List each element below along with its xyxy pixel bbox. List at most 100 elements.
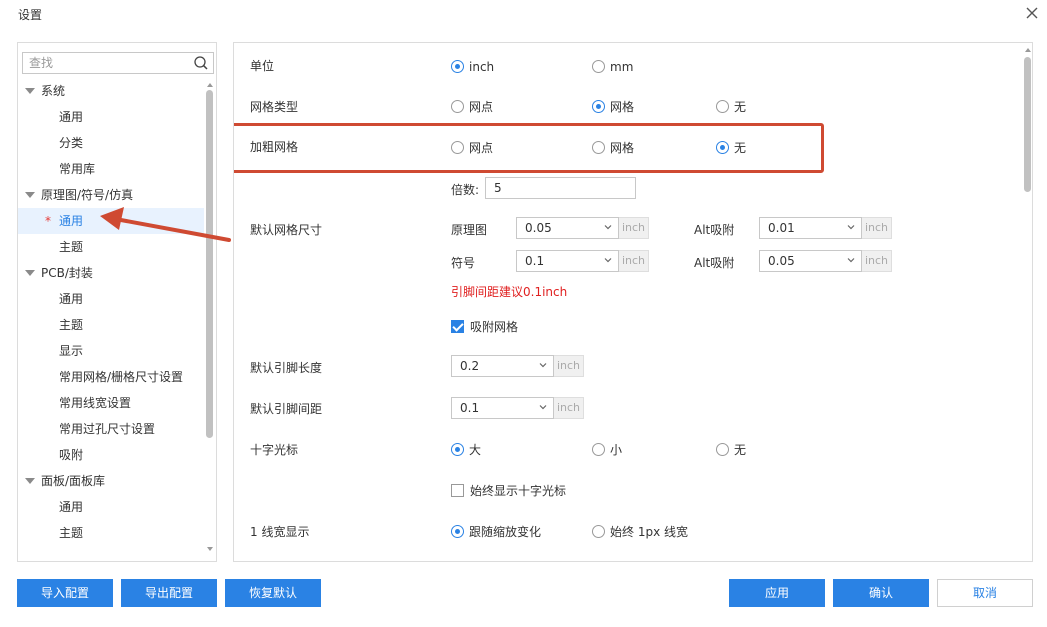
sidebar-scroll-thumb[interactable] <box>206 90 213 438</box>
tree-item-system-general[interactable]: 通用 <box>18 104 204 130</box>
radio-label: 小 <box>610 443 623 457</box>
caret-down-icon[interactable] <box>25 270 35 276</box>
tree-label: 通用 <box>59 214 84 228</box>
tree-label: 通用 <box>59 500 84 514</box>
chevron-down-icon[interactable] <box>604 223 612 231</box>
snap-grid-checkbox[interactable]: 吸附网格 <box>451 319 518 335</box>
export-config-button[interactable]: 导出配置 <box>121 579 217 607</box>
tree-item-system-library[interactable]: 常用库 <box>18 156 204 182</box>
tree-label: 吸附 <box>59 448 84 462</box>
radio-unchecked-icon[interactable] <box>592 443 605 456</box>
radio-label: 跟随缩放变化 <box>469 525 542 539</box>
unit-suffix: inch <box>619 250 649 272</box>
grid-type-label: 网格类型 <box>250 100 299 114</box>
caret-down-icon[interactable] <box>25 192 35 198</box>
radio-checked-icon[interactable] <box>716 141 729 154</box>
scroll-down-icon[interactable] <box>207 547 213 551</box>
radio-label: mm <box>610 60 634 74</box>
chevron-down-icon[interactable] <box>847 256 855 264</box>
radio-unchecked-icon[interactable] <box>592 141 605 154</box>
radio-checked-icon[interactable] <box>592 100 605 113</box>
import-config-button[interactable]: 导入配置 <box>17 579 113 607</box>
confirm-button[interactable]: 确认 <box>833 579 929 607</box>
symbol-alt-snap-select[interactable]: 0.05 <box>759 250 862 272</box>
line-width-radio-always-1px[interactable]: 始终 1px 线宽 <box>592 524 688 540</box>
unit-suffix: inch <box>554 397 584 419</box>
tree-item-schematic-general[interactable]: * 通用 <box>18 208 204 234</box>
schematic-alt-snap-select[interactable]: 0.01 <box>759 217 862 239</box>
tree-item-schematic-theme[interactable]: 主题 <box>18 234 204 260</box>
tree-item-pcb-snap[interactable]: 吸附 <box>18 442 204 468</box>
caret-down-icon[interactable] <box>25 88 35 94</box>
radio-unchecked-icon[interactable] <box>592 60 605 73</box>
always-show-crosshair-checkbox[interactable]: 始终显示十字光标 <box>451 483 566 499</box>
scroll-up-icon[interactable] <box>207 83 213 87</box>
unit-radio-inch[interactable]: inch <box>451 59 494 75</box>
cancel-button[interactable]: 取消 <box>937 579 1033 607</box>
chevron-down-icon[interactable] <box>847 223 855 231</box>
radio-label: 始终 1px 线宽 <box>610 525 688 539</box>
radio-unchecked-icon[interactable] <box>716 100 729 113</box>
tree-category-system[interactable]: 系统 <box>18 78 204 104</box>
tree-category-panel[interactable]: 面板/面板库 <box>18 468 204 494</box>
tree-item-panel-general[interactable]: 通用 <box>18 494 204 520</box>
crosshair-radio-small[interactable]: 小 <box>592 442 622 458</box>
chevron-down-icon[interactable] <box>539 361 547 369</box>
default-pin-spacing-select[interactable]: 0.1 <box>451 397 554 419</box>
tree-label: 常用过孔尺寸设置 <box>59 422 156 436</box>
tree-item-pcb-grid-size[interactable]: 常用网格/栅格尺寸设置 <box>18 364 204 390</box>
tree-item-system-category[interactable]: 分类 <box>18 130 204 156</box>
default-pin-length-select[interactable]: 0.2 <box>451 355 554 377</box>
caret-down-icon[interactable] <box>25 478 35 484</box>
tree-label: 通用 <box>59 292 84 306</box>
symbol-grid-select[interactable]: 0.1 <box>516 250 619 272</box>
grid-type-radio-none[interactable]: 无 <box>716 99 746 115</box>
tree-item-pcb-theme[interactable]: 主题 <box>18 312 204 338</box>
grid-type-radio-dots[interactable]: 网点 <box>451 99 493 115</box>
settings-scroll-thumb[interactable] <box>1024 57 1031 192</box>
bold-grid-radio-grid[interactable]: 网格 <box>592 140 634 156</box>
radio-unchecked-icon[interactable] <box>451 100 464 113</box>
radio-label: inch <box>469 60 495 74</box>
chevron-down-icon[interactable] <box>604 256 612 264</box>
bold-grid-radio-dots[interactable]: 网点 <box>451 140 493 156</box>
tree-item-pcb-general[interactable]: 通用 <box>18 286 204 312</box>
schematic-grid-select[interactable]: 0.05 <box>516 217 619 239</box>
tree-label: 分类 <box>59 136 84 150</box>
crosshair-radio-large[interactable]: 大 <box>451 442 481 458</box>
radio-checked-icon[interactable] <box>451 60 464 73</box>
multiple-input[interactable] <box>485 177 636 199</box>
bold-grid-radio-none[interactable]: 无 <box>716 140 746 156</box>
close-icon[interactable] <box>1022 3 1042 23</box>
search-box[interactable] <box>22 52 214 74</box>
radio-unchecked-icon[interactable] <box>592 525 605 538</box>
restore-defaults-button[interactable]: 恢复默认 <box>225 579 321 607</box>
unit-radio-mm[interactable]: mm <box>592 59 633 75</box>
radio-unchecked-icon[interactable] <box>451 141 464 154</box>
radio-label: 无 <box>734 100 747 114</box>
tree-item-pcb-via-size[interactable]: 常用过孔尺寸设置 <box>18 416 204 442</box>
tree-item-panel-theme[interactable]: 主题 <box>18 520 204 546</box>
scroll-up-icon[interactable] <box>1025 48 1031 52</box>
search-icon[interactable] <box>193 55 209 71</box>
radio-unchecked-icon[interactable] <box>716 443 729 456</box>
tree-category-pcb[interactable]: PCB/封装 <box>18 260 204 286</box>
apply-button[interactable]: 应用 <box>729 579 825 607</box>
grid-type-radio-grid[interactable]: 网格 <box>592 99 634 115</box>
search-input[interactable] <box>29 55 189 71</box>
crosshair-radio-none[interactable]: 无 <box>716 442 746 458</box>
select-value: 0.05 <box>768 254 795 268</box>
default-grid-size-label: 默认网格尺寸 <box>250 223 323 237</box>
tree-item-pcb-display[interactable]: 显示 <box>18 338 204 364</box>
line-width-radio-follow-zoom[interactable]: 跟随缩放变化 <box>451 524 541 540</box>
checkbox-checked-icon[interactable] <box>451 320 464 333</box>
tree-label: 常用库 <box>59 162 96 176</box>
chevron-down-icon[interactable] <box>539 403 547 411</box>
symbol-grid-label: 符号 <box>451 256 476 270</box>
radio-checked-icon[interactable] <box>451 443 464 456</box>
tree-item-pcb-line-width[interactable]: 常用线宽设置 <box>18 390 204 416</box>
unit-suffix: inch <box>619 217 649 239</box>
radio-checked-icon[interactable] <box>451 525 464 538</box>
checkbox-unchecked-icon[interactable] <box>451 484 464 497</box>
tree-category-schematic[interactable]: 原理图/符号/仿真 <box>18 182 204 208</box>
